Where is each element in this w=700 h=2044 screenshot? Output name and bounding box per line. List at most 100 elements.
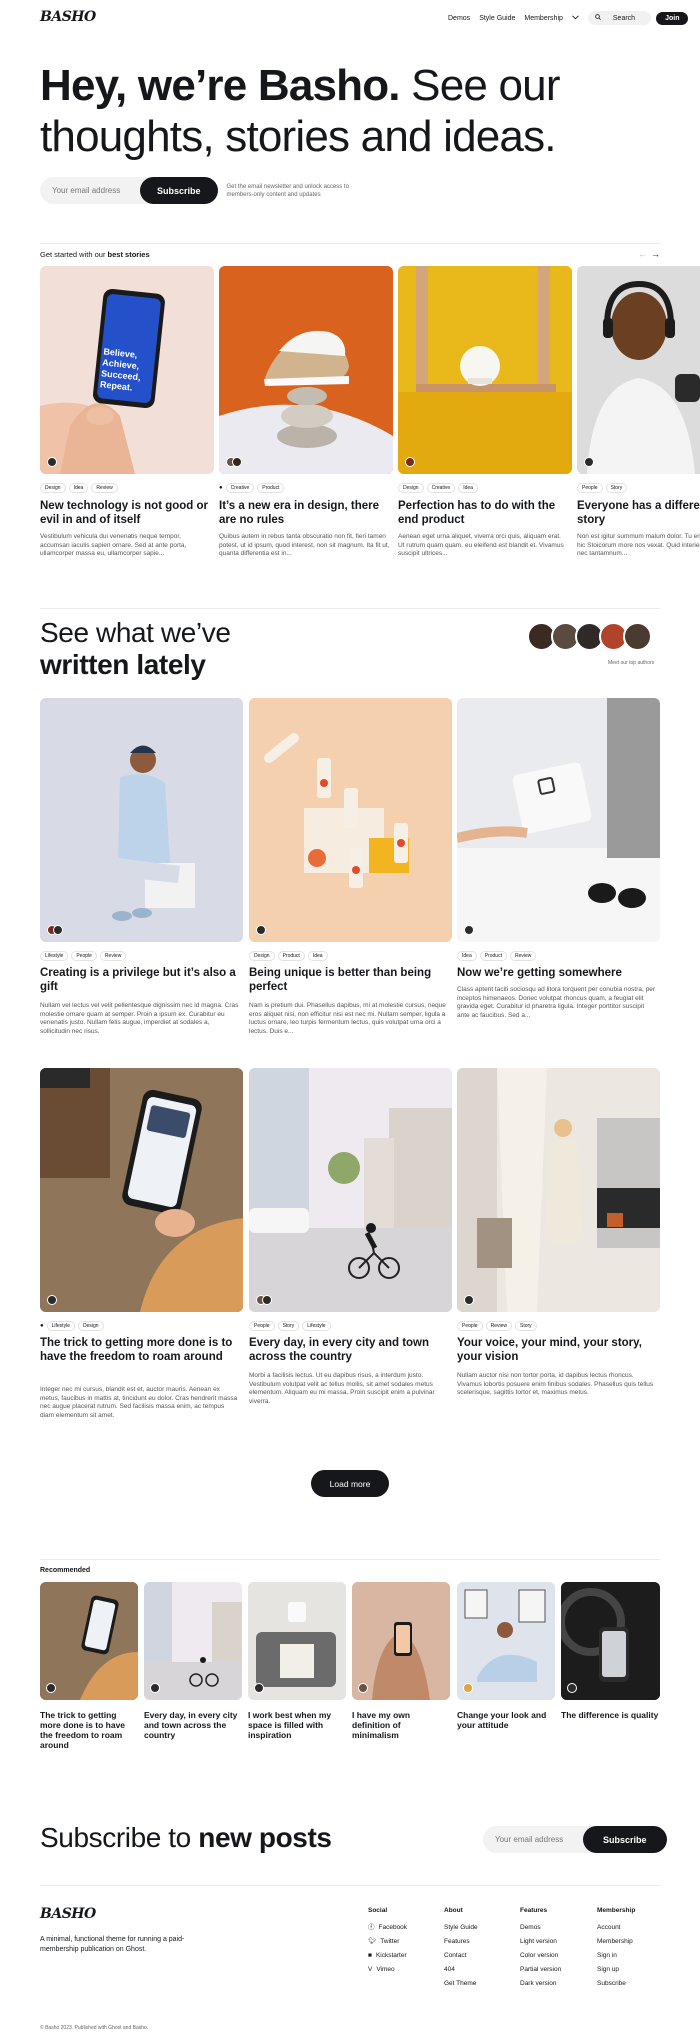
tag[interactable]: Review — [509, 951, 537, 961]
recommended-image[interactable] — [457, 1582, 555, 1700]
footer-link[interactable]: Features — [444, 1935, 478, 1949]
arrow-left-icon[interactable]: ← — [638, 249, 651, 259]
post-image-creating[interactable] — [40, 698, 243, 942]
tag[interactable]: Story — [514, 1321, 537, 1331]
recommended-image[interactable] — [352, 1582, 450, 1700]
story-image-perfection[interactable] — [398, 266, 572, 474]
author-avatar[interactable] — [405, 457, 415, 467]
author-avatar[interactable] — [584, 457, 594, 467]
tag[interactable]: Creative — [225, 483, 255, 493]
top-authors-link[interactable]: Meet our top authors — [608, 660, 654, 666]
author-avatar[interactable] — [53, 925, 63, 935]
post-title[interactable]: Every day, in every city and town across… — [249, 1336, 449, 1364]
footer-link[interactable]: Contact — [444, 1949, 478, 1963]
tag[interactable]: Design — [249, 951, 275, 961]
nav-membership[interactable]: Membership — [524, 15, 563, 22]
tag[interactable]: Review — [485, 1321, 512, 1331]
tag[interactable]: Product — [277, 951, 305, 961]
footer-link[interactable]: Account — [597, 1921, 635, 1935]
author-avatar[interactable] — [150, 1683, 160, 1693]
tag[interactable]: Idea — [68, 483, 89, 493]
tag[interactable]: Story — [605, 483, 628, 493]
arrow-right-icon[interactable]: → — [651, 249, 664, 259]
tag[interactable]: Product — [479, 951, 507, 961]
footer-link[interactable]: Demos — [520, 1921, 561, 1935]
tag[interactable]: People — [457, 1321, 483, 1331]
search-button[interactable]: Search — [587, 11, 652, 25]
footer-link[interactable]: Sign in — [597, 1949, 635, 1963]
author-avatar[interactable] — [46, 1683, 56, 1693]
tag[interactable]: Design — [40, 483, 66, 493]
post-image-unique[interactable] — [249, 698, 452, 942]
recommended-title[interactable]: Every day, in every city and town across… — [144, 1710, 240, 1740]
author-avatar[interactable] — [254, 1683, 264, 1693]
subscribe-button[interactable]: Subscribe — [583, 1826, 667, 1853]
post-title[interactable]: Creating is a privilege but it’s also a … — [40, 966, 240, 994]
recommended-image[interactable] — [248, 1582, 346, 1700]
tag[interactable]: Lifestyle — [40, 951, 69, 961]
footer-link[interactable]: Membership — [597, 1935, 635, 1949]
tag[interactable]: Lifestyle — [302, 1321, 331, 1331]
author-avatar[interactable] — [464, 1295, 474, 1305]
author-avatar[interactable] — [232, 457, 242, 467]
story-image-tech[interactable]: Believe,Achieve,Succeed,Repeat. — [40, 266, 214, 474]
footer-link[interactable]: Style Guide — [444, 1921, 478, 1935]
tag[interactable]: Design — [77, 1321, 104, 1331]
footer-link-vimeo[interactable]: V Vimeo — [368, 1963, 407, 1977]
footer-logo[interactable]: BASHO — [40, 1906, 96, 1922]
post-image-roam[interactable] — [40, 1068, 243, 1312]
author-avatar[interactable] — [464, 925, 474, 935]
tag[interactable]: Idea — [307, 951, 328, 961]
recommended-image[interactable] — [144, 1582, 242, 1700]
tag[interactable]: Review — [91, 483, 118, 493]
author-avatar[interactable] — [256, 925, 266, 935]
subscribe-button[interactable]: Subscribe — [140, 177, 218, 204]
story-title[interactable]: It’s a new era in design, there are no r… — [219, 499, 391, 527]
tag[interactable]: Product — [257, 483, 285, 493]
footer-link-kickstarter[interactable]: ■ Kickstarter — [368, 1949, 407, 1963]
footer-link-facebook[interactable]: ⓕ Facebook — [368, 1921, 407, 1935]
chevron-down-icon[interactable] — [572, 14, 579, 22]
post-image-somewhere[interactable] — [457, 698, 660, 942]
recommended-title[interactable]: The trick to getting more done is to hav… — [40, 1710, 136, 1750]
nav-style-guide[interactable]: Style Guide — [479, 15, 515, 22]
recommended-title[interactable]: The difference is quality — [561, 1710, 659, 1720]
tag[interactable]: People — [249, 1321, 275, 1331]
footer-link[interactable]: Partial version — [520, 1963, 561, 1977]
author-avatar[interactable] — [463, 1683, 473, 1693]
tag[interactable]: People — [71, 951, 97, 961]
tag[interactable]: Idea — [458, 483, 478, 493]
story-title[interactable]: Everyone has a different life story — [577, 499, 700, 527]
author-avatar[interactable] — [262, 1295, 272, 1305]
footer-link[interactable]: Get Theme — [444, 1977, 478, 1991]
tag[interactable]: Design — [398, 483, 424, 493]
tag[interactable]: Story — [277, 1321, 300, 1331]
footer-link[interactable]: Sign up — [597, 1963, 635, 1977]
author-avatar[interactable] — [47, 457, 57, 467]
author-avatar[interactable] — [358, 1683, 368, 1693]
author-avatar[interactable] — [567, 1683, 577, 1693]
recommended-image[interactable] — [40, 1582, 138, 1700]
tag[interactable]: Lifestyle — [46, 1321, 75, 1331]
footer-link[interactable]: 404 — [444, 1963, 478, 1977]
author-avatar[interactable] — [47, 1295, 57, 1305]
story-image-life-story[interactable] — [577, 266, 700, 474]
recommended-image[interactable] — [561, 1582, 660, 1700]
tag[interactable]: People — [577, 483, 603, 493]
load-more-button[interactable]: Load more — [311, 1470, 389, 1497]
post-image-voice[interactable] — [457, 1068, 660, 1312]
post-title[interactable]: Your voice, your mind, your story, your … — [457, 1336, 657, 1364]
join-button[interactable]: Join — [656, 11, 689, 25]
footer-link[interactable]: Color version — [520, 1949, 561, 1963]
post-title[interactable]: Being unique is better than being perfec… — [249, 966, 449, 994]
tag[interactable]: Idea — [457, 951, 477, 961]
recommended-title[interactable]: Change your look and your attitude — [457, 1710, 553, 1730]
post-image-city[interactable] — [249, 1068, 452, 1312]
author-avatar[interactable] — [623, 622, 652, 651]
footer-link-twitter[interactable]: 🐦︎ Twitter — [368, 1935, 407, 1949]
recommended-title[interactable]: I work best when my space is filled with… — [248, 1710, 344, 1740]
story-title[interactable]: New technology is not good or evil in an… — [40, 499, 210, 527]
footer-link[interactable]: Light version — [520, 1935, 561, 1949]
footer-link[interactable]: Subscribe — [597, 1977, 635, 1991]
tag[interactable]: Review — [99, 951, 127, 961]
